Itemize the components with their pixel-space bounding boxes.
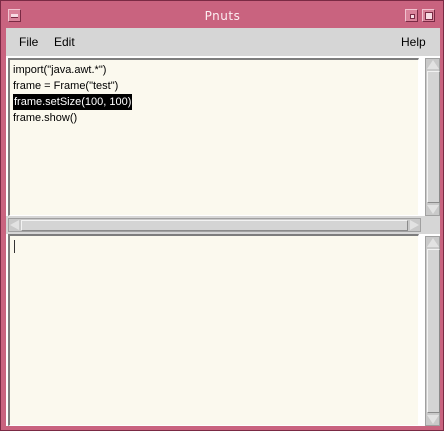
text-caret (14, 240, 15, 253)
selected-text: frame.setSize(100, 100) (13, 94, 133, 110)
scroll-right-arrow-icon[interactable] (410, 220, 419, 230)
scroll-down-arrow-icon[interactable] (427, 415, 439, 424)
application-window: Pnuts File Edit Help import("java.awt.*"… (0, 0, 444, 431)
horizontal-scroll-thumb[interactable] (21, 220, 408, 231)
editor-line-selected: frame.setSize(100, 100) (10, 94, 133, 110)
menu-edit[interactable]: Edit (54, 35, 75, 49)
script-editor[interactable]: import("java.awt.*") frame = Frame("test… (8, 58, 419, 216)
editor-line: frame.show() (10, 110, 132, 126)
title-bar[interactable]: Pnuts (5, 5, 440, 26)
minimize-icon[interactable] (405, 9, 418, 22)
editor-vertical-scrollbar[interactable] (425, 58, 440, 216)
editor-horizontal-scrollbar[interactable] (8, 218, 421, 232)
window-title: Pnuts (204, 9, 241, 23)
menu-help[interactable]: Help (401, 35, 426, 49)
menu-bar: File Edit Help (6, 28, 440, 56)
client-area: File Edit Help import("java.awt.*") fram… (6, 28, 440, 426)
scroll-thumb[interactable] (427, 249, 440, 413)
editor-line: frame = Frame("test") (10, 78, 132, 94)
output-vertical-scrollbar[interactable] (425, 236, 440, 426)
scroll-left-arrow-icon[interactable] (10, 220, 19, 230)
scroll-up-arrow-icon[interactable] (427, 60, 439, 69)
menu-file[interactable]: File (19, 35, 38, 49)
scroll-down-arrow-icon[interactable] (427, 205, 439, 214)
editor-lines: import("java.awt.*") frame = Frame("test… (10, 62, 133, 126)
editor-line: import("java.awt.*") (10, 62, 132, 78)
maximize-icon[interactable] (422, 9, 435, 22)
editor-line-text: frame.show() (13, 112, 78, 124)
editor-line-text: frame = Frame("test") (13, 80, 119, 92)
scroll-up-arrow-icon[interactable] (427, 238, 439, 247)
editor-line-text: import("java.awt.*") (13, 64, 107, 76)
output-console[interactable] (8, 234, 419, 426)
scroll-thumb[interactable] (427, 71, 440, 203)
